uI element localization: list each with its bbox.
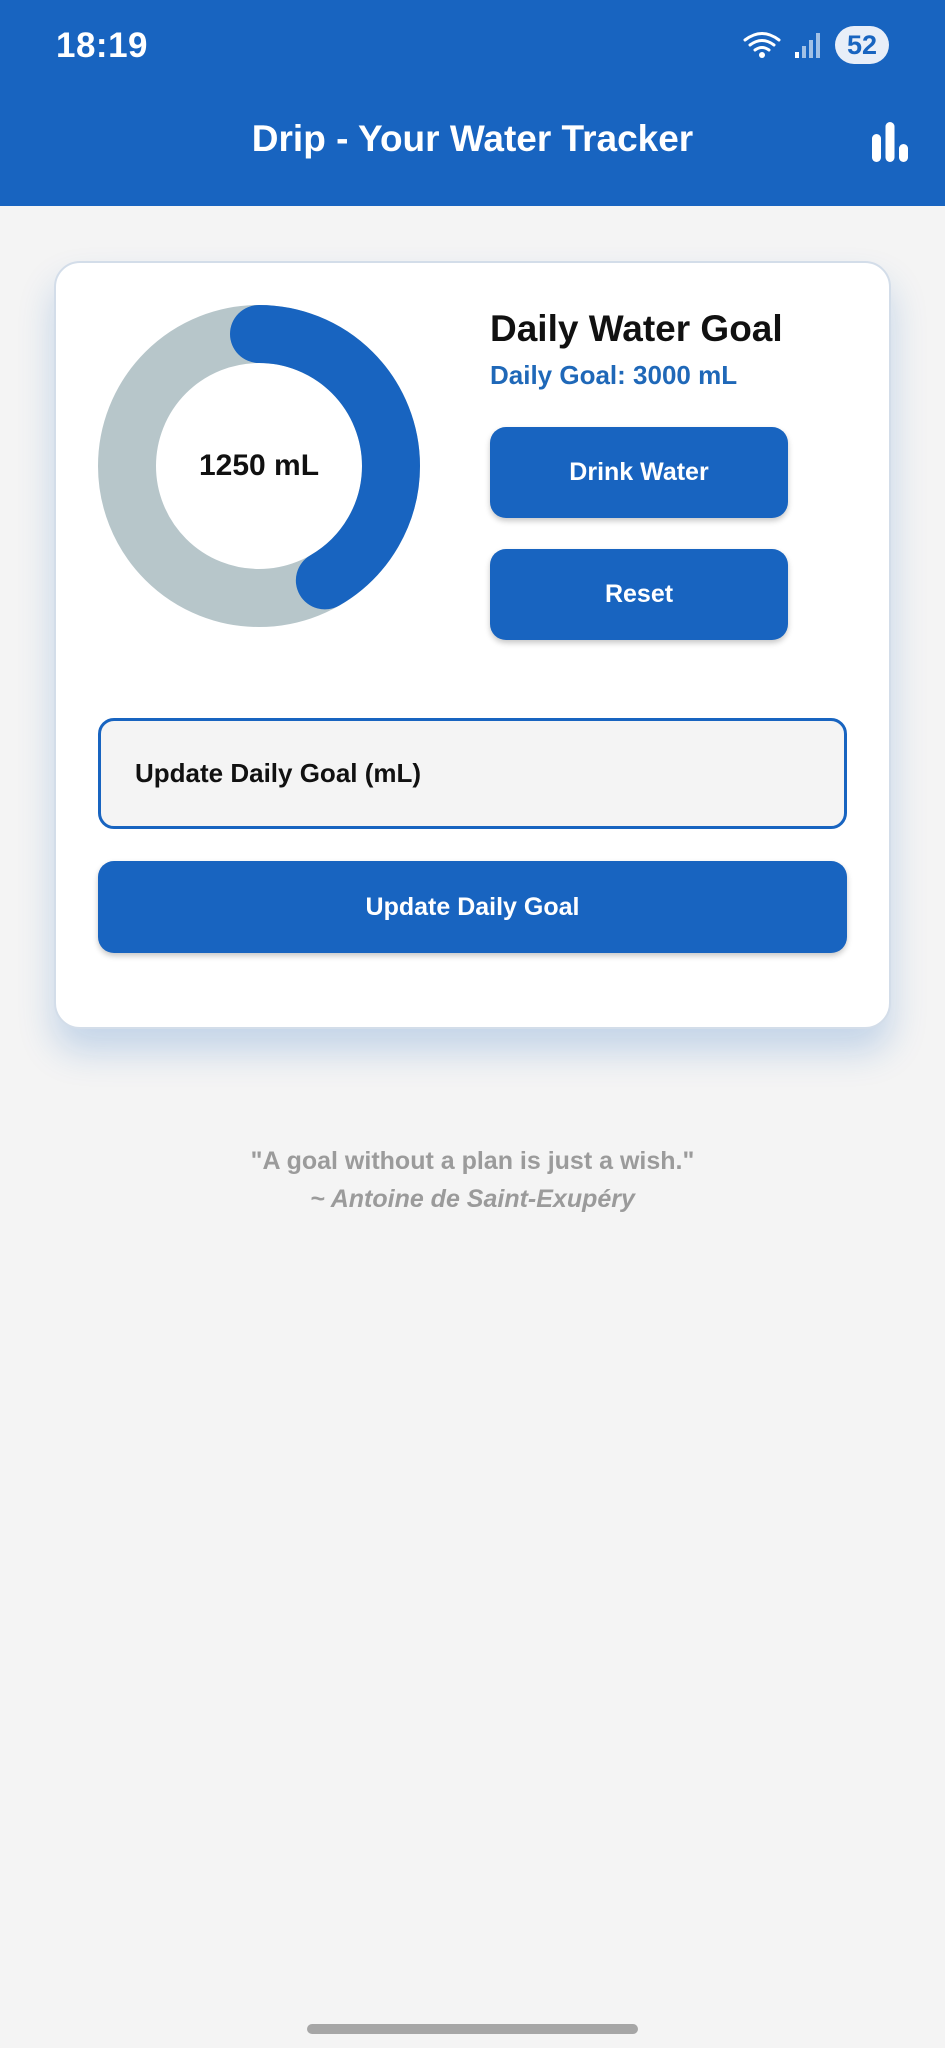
status-icons: 52	[743, 26, 889, 64]
wifi-icon	[743, 32, 781, 58]
reset-button[interactable]: Reset	[490, 549, 788, 640]
goal-input-placeholder: Update Daily Goal (mL)	[135, 758, 422, 788]
home-indicator[interactable]	[307, 2024, 638, 2034]
app-title: Drip - Your Water Tracker	[251, 118, 694, 159]
app-bar: 18:19 52 Drip - Your Water Tracker	[0, 0, 945, 206]
motivational-quote: "A goal without a plan is just a wish." …	[0, 1142, 945, 1218]
update-goal-button[interactable]: Update Daily Goal	[98, 861, 847, 953]
battery-indicator: 52	[834, 26, 889, 64]
cellular-signal-icon	[794, 33, 820, 58]
current-intake-label: 1250 mL	[198, 449, 320, 482]
goal-input[interactable]: Update Daily Goal (mL)	[98, 718, 847, 829]
goal-title: Daily Water Goal	[490, 308, 783, 349]
quote-author: ~ Antoine de Saint-Exupéry	[310, 1185, 635, 1213]
goal-subtitle: Daily Goal: 3000 mL	[490, 360, 738, 390]
quote-text: "A goal without a plan is just a wish."	[250, 1147, 695, 1175]
bar-chart-icon[interactable]	[871, 122, 909, 162]
drink-water-button[interactable]: Drink Water	[490, 427, 788, 518]
status-time: 18:19	[56, 26, 149, 65]
